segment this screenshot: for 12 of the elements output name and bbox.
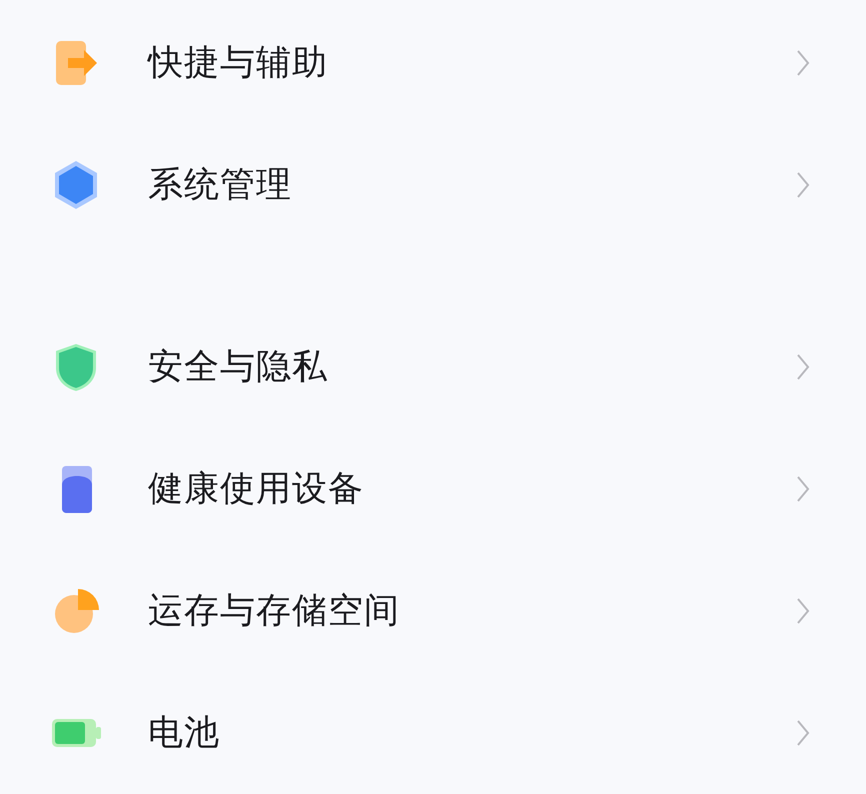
chevron-icon [796, 49, 810, 77]
chevron-icon [796, 353, 810, 381]
chevron-icon [796, 171, 810, 199]
settings-row[interactable]: 快捷与辅助 [0, 2, 866, 124]
chevron-icon [796, 597, 810, 625]
chevron-icon [796, 475, 810, 503]
settings-row[interactable]: 电池 [0, 672, 866, 794]
settings-row[interactable]: 安全与隐私 [0, 306, 866, 428]
settings-row[interactable]: 健康使用设备 [0, 428, 866, 550]
chevron-icon [796, 719, 810, 747]
settings-row[interactable]: 运存与存储空间 [0, 550, 866, 672]
settings-row[interactable]: 系统管理 [0, 124, 866, 246]
